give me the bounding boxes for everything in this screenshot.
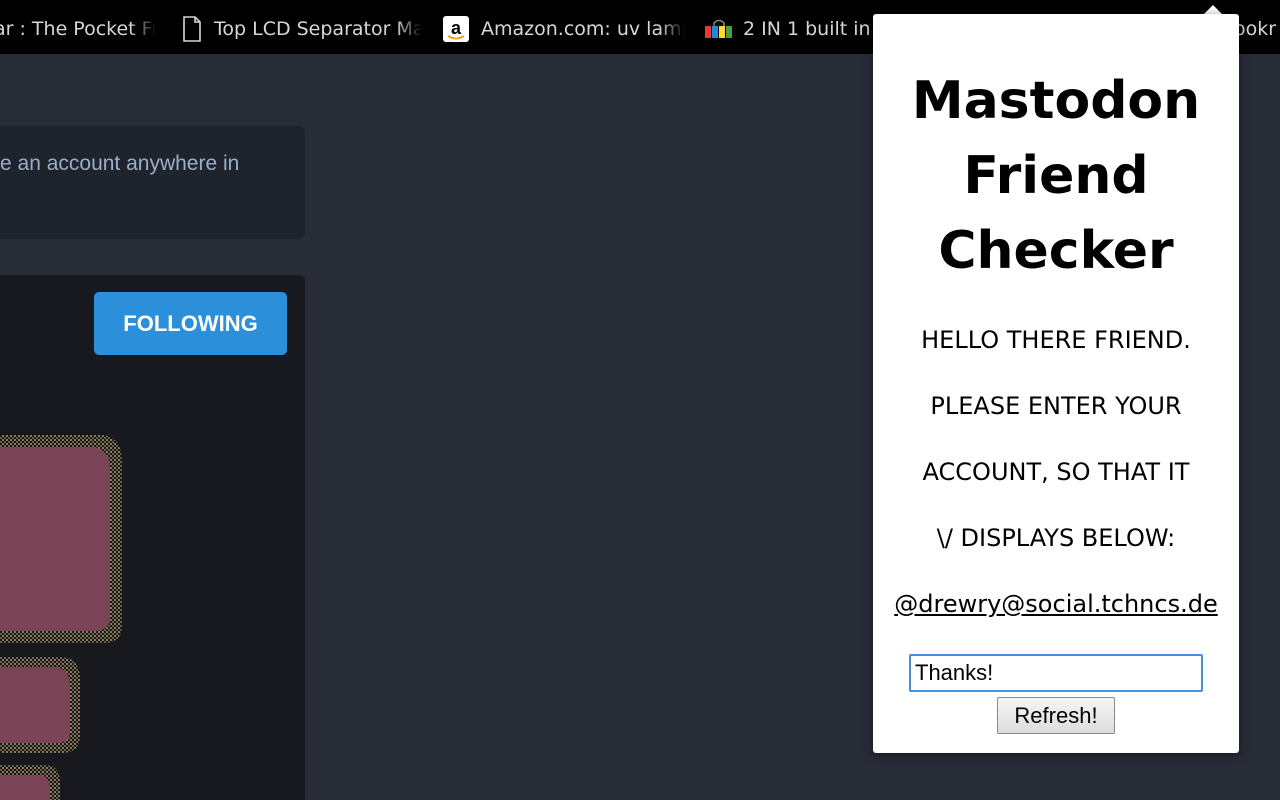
bookmark-label: 2 IN 1 built in (743, 18, 871, 40)
avatar (0, 435, 122, 800)
bookmark-2in1[interactable]: 2 IN 1 built in (705, 12, 873, 46)
bookmark-label: Top LCD Separator Ma (214, 18, 422, 40)
info-text: e an account anywhere in (0, 152, 240, 175)
page-icon (182, 16, 202, 42)
bookmark-partial[interactable]: ookr (1234, 12, 1280, 46)
colorful-shop-icon (705, 18, 733, 40)
browser-window: ar : The Pocket Fr Top LCD Separator Ma … (0, 0, 1280, 800)
title-line: Friend (963, 146, 1149, 206)
popup-title: Mastodon Friend Checker (873, 64, 1239, 289)
amazon-icon: a (443, 16, 469, 42)
bookmark-amazon[interactable]: a Amazon.com: uv lamp (443, 12, 685, 46)
message-line: ACCOUNT, SO THAT IT (922, 458, 1190, 486)
bookmark-pocket[interactable]: ar : The Pocket Fr (0, 12, 156, 46)
account-link[interactable]: @drewry@social.tchncs.de (873, 589, 1239, 619)
info-card: e an account anywhere in (0, 126, 305, 239)
refresh-button[interactable]: Refresh! (997, 697, 1115, 734)
message-line: HELLO THERE FRIEND. (921, 326, 1191, 354)
profile-card: FOLLOWING (0, 275, 305, 800)
title-line: Mastodon (911, 71, 1201, 131)
message-line: PLEASE ENTER YOUR (930, 392, 1182, 420)
account-input[interactable] (909, 654, 1203, 692)
page-right-edge (1239, 56, 1280, 800)
bookmark-lcd-separator[interactable]: Top LCD Separator Ma (182, 12, 422, 46)
bookmark-label: ookr (1234, 18, 1277, 40)
svg-text:a: a (451, 18, 462, 38)
mastodon-page: e an account anywhere in FOLLOWING (0, 56, 873, 800)
extension-popup: Mastodon Friend Checker HELLO THERE FRIE… (873, 14, 1239, 753)
title-line: Checker (938, 221, 1174, 281)
following-button[interactable]: FOLLOWING (94, 292, 287, 355)
bookmark-label: Amazon.com: uv lamp (481, 18, 685, 40)
message-line: \/ DISPLAYS BELOW: (936, 524, 1176, 552)
